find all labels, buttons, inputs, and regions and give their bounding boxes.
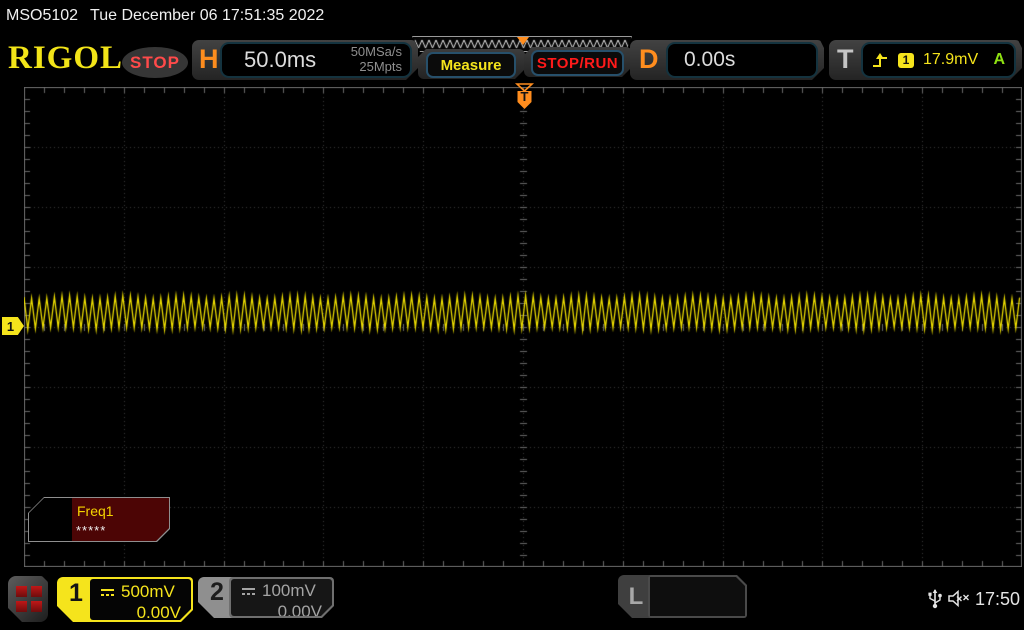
menu-grid-icon [31, 601, 42, 612]
delay-inset: 0.00s [666, 42, 818, 78]
rising-edge-icon [872, 53, 889, 68]
delay-label: D [639, 44, 659, 74]
dc-coupling-icon [241, 587, 256, 596]
run-state-badge: STOP [122, 47, 188, 78]
delay-value: 0.00s [684, 48, 736, 71]
channel1-ground-marker[interactable]: 1 [2, 317, 24, 335]
measurement-panel[interactable]: Freq1 ***** [28, 497, 170, 542]
acquisition-rates: 50MSa/s 25Mpts [351, 45, 410, 74]
memory-depth: 25Mpts [359, 59, 402, 74]
title-bar: MSO5102 Tue December 06 17:51:35 2022 [0, 0, 1024, 32]
menu-grid-icon [16, 601, 27, 612]
trigger-sweep-mode: A [993, 51, 1005, 68]
horizontal-delay-block[interactable]: D 0.00s [630, 40, 824, 80]
graticule-waveform-area[interactable] [24, 87, 1022, 567]
measurement-value: ***** [76, 523, 107, 538]
digital-channels-box[interactable]: 0 1 2 3 4 5 6 7 8 9 10 11 12 13 14 15 [648, 575, 747, 618]
clock: 17:50 [975, 589, 1021, 609]
trigger-level-value: 17.9mV [923, 51, 979, 68]
sample-rate: 50MSa/s [350, 44, 402, 60]
trigger-block[interactable]: T 1 17.9mV A [829, 40, 1022, 80]
dc-coupling-icon [100, 588, 115, 597]
datetime: Tue December 06 17:51:35 2022 [90, 7, 325, 24]
channel1-offset: 0.00V [136, 603, 181, 622]
channel1-number: 1 [69, 579, 83, 607]
trigger-position-marker[interactable]: T [514, 83, 535, 111]
svg-text:T: T [521, 89, 529, 104]
channel2-settings-box[interactable]: 100mV 0.00V [229, 577, 334, 618]
channel2-offset: 0.00V [277, 602, 322, 621]
overview-trigger-marker-icon[interactable] [517, 37, 529, 45]
measurement-name: Freq1 [77, 503, 114, 519]
model-name: MSO5102 [6, 7, 79, 24]
usb-icon [927, 586, 943, 615]
menu-grid-icon [31, 586, 42, 597]
trigger-source-badge: 1 [898, 53, 914, 68]
oscilloscope-screen: MSO5102 Tue December 06 17:51:35 2022 RI… [0, 0, 1024, 630]
speaker-muted-icon[interactable] [947, 589, 972, 613]
measure-button[interactable]: Measure [426, 52, 516, 78]
menu-grid-icon [16, 586, 27, 597]
horizontal-timebase-block[interactable]: H 50.0ms 50MSa/s 25Mpts [192, 40, 418, 80]
timebase-inset: 50.0ms 50MSa/s 25Mpts [220, 42, 412, 78]
channel1-scale: 500mV [121, 582, 175, 601]
menu-grid-button[interactable] [8, 576, 48, 622]
channel1-marker-label: 1 [6, 318, 15, 334]
trigger-inset: 1 17.9mV A [861, 42, 1016, 78]
rigol-logo: RIGOL [8, 40, 124, 76]
stop-run-button[interactable]: STOP/RUN [531, 50, 624, 76]
horizontal-label: H [199, 44, 219, 74]
trigger-label: T [837, 44, 854, 74]
timebase-value: 50.0ms [244, 47, 317, 72]
channel1-settings-box[interactable]: 500mV 0.00V [88, 577, 193, 622]
channel2-scale: 100mV [262, 581, 316, 600]
channel2-number: 2 [210, 578, 224, 606]
digital-row-low: 0 1 2 3 4 5 6 7 [657, 616, 738, 630]
